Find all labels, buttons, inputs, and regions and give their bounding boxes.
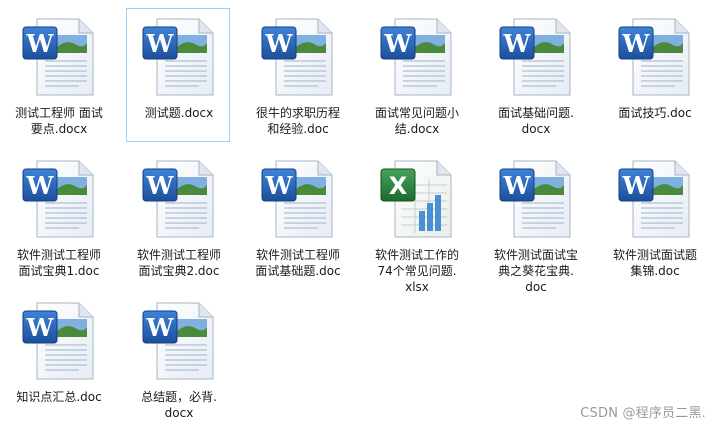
word-file-icon: W (139, 13, 219, 99)
file-item[interactable]: W 面试常见问题小 结.docx (364, 8, 468, 142)
file-name: 软件测试工程师 面试宝典1.doc (16, 248, 101, 278)
file-name: 面试基础问题. docx (498, 106, 574, 136)
word-file-icon: W (19, 13, 99, 99)
file-item[interactable]: W 软件测试工程师 面试宝典1.doc (6, 150, 110, 284)
file-item[interactable]: W 面试技巧.doc (602, 8, 706, 142)
word-file-icon: W (496, 155, 576, 241)
file-name: 软件测试面试题 集锦.doc (612, 248, 697, 278)
file-item[interactable]: W 面试基础问题. docx (483, 8, 587, 142)
svg-text:W: W (146, 29, 175, 58)
svg-text:W: W (26, 29, 55, 58)
svg-text:W: W (503, 29, 532, 58)
file-name: 面试常见问题小 结.docx (374, 106, 459, 136)
file-item[interactable]: W 很牛的求职历程 和经验.doc (245, 8, 349, 142)
file-name: 测试工程师 面试 要点.docx (15, 106, 103, 136)
word-file-icon: W (19, 155, 99, 241)
word-file-icon: W (139, 297, 219, 383)
word-file-icon: W (496, 13, 576, 99)
file-name: 软件测试工程师 面试基础题.doc (255, 248, 341, 278)
file-grid: W 测试工程师 面试 要点.docx W 测试题.docx W 很牛的求职历程 … (0, 0, 720, 433)
file-name: 知识点汇总.doc (16, 390, 102, 404)
file-name: 软件测试工程师 面试宝典2.doc (136, 248, 221, 278)
word-file-icon: W (139, 155, 219, 241)
svg-text:W: W (622, 171, 651, 200)
file-name: 软件测试面试宝 典之葵花宝典. doc (493, 248, 578, 294)
svg-text:X: X (389, 172, 408, 200)
file-item[interactable]: W 软件测试工程师 面试宝典2.doc (126, 150, 230, 284)
word-file-icon: W (377, 13, 457, 99)
svg-text:W: W (265, 29, 294, 58)
file-item[interactable]: W 测试工程师 面试 要点.docx (6, 8, 110, 142)
svg-text:W: W (265, 171, 294, 200)
file-item[interactable]: W 总结题，必背. docx (126, 292, 230, 426)
svg-text:W: W (503, 171, 532, 200)
word-file-icon: W (615, 155, 695, 241)
file-name: 很牛的求职历程 和经验.doc (255, 106, 340, 136)
file-item[interactable]: W 测试题.docx (126, 8, 230, 142)
file-name: 面试技巧.doc (618, 106, 692, 120)
file-item[interactable]: W 软件测试面试宝 典之葵花宝典. doc (483, 150, 587, 294)
file-item[interactable]: X 软件测试工作的 74个常见问题. xlsx (364, 150, 468, 294)
file-name: 软件测试工作的 74个常见问题. xlsx (374, 248, 459, 294)
excel-file-icon: X (377, 155, 457, 241)
word-file-icon: W (615, 13, 695, 99)
svg-text:W: W (146, 313, 175, 342)
svg-text:W: W (26, 171, 55, 200)
watermark: CSDN @程序员二黑. (580, 406, 706, 421)
svg-text:W: W (384, 29, 413, 58)
file-item[interactable]: W 软件测试工程师 面试基础题.doc (245, 150, 349, 284)
file-name: 总结题，必背. docx (141, 390, 217, 420)
word-file-icon: W (258, 155, 338, 241)
svg-text:W: W (622, 29, 651, 58)
file-item[interactable]: W 知识点汇总.doc (6, 292, 110, 426)
file-name: 测试题.docx (144, 106, 214, 120)
svg-text:W: W (26, 313, 55, 342)
file-item[interactable]: W 软件测试面试题 集锦.doc (602, 150, 706, 284)
svg-text:W: W (146, 171, 175, 200)
word-file-icon: W (258, 13, 338, 99)
word-file-icon: W (19, 297, 99, 383)
